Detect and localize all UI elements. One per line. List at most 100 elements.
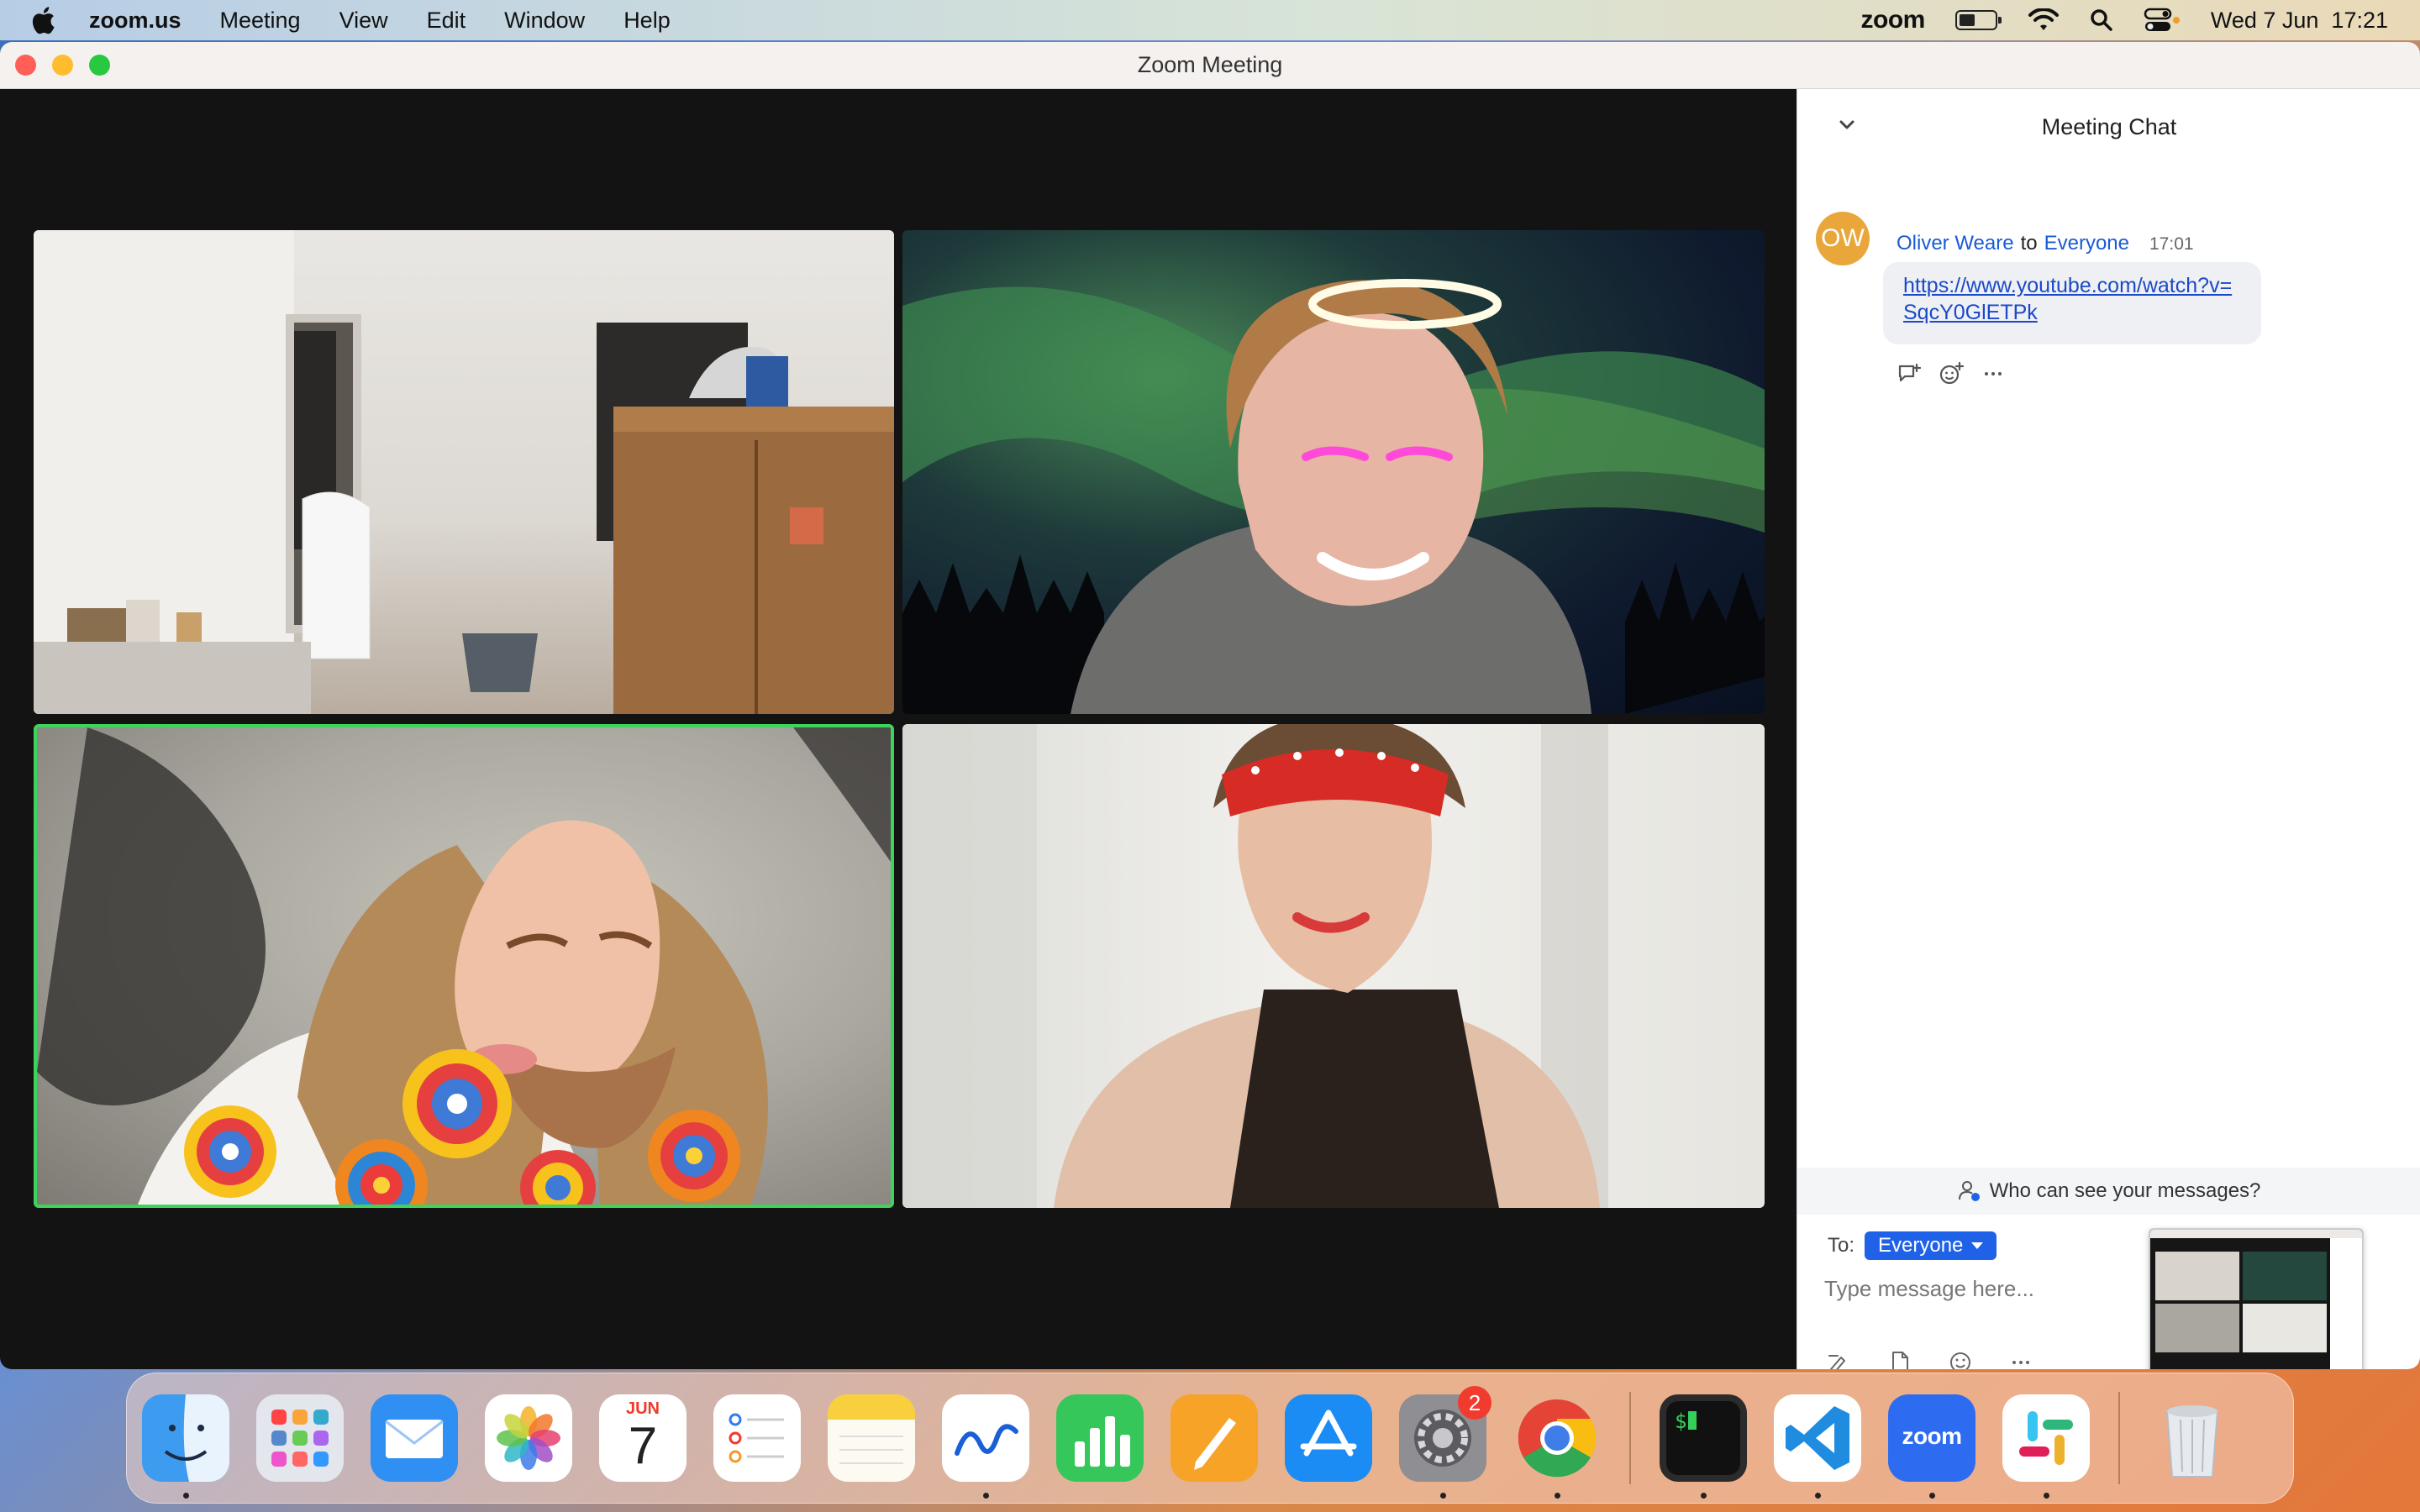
more-options-icon[interactable]	[2007, 1349, 2034, 1369]
chevron-down-icon[interactable]	[1836, 114, 1858, 136]
dock-separator	[1629, 1392, 1631, 1484]
dock-chrome[interactable]	[1513, 1394, 1601, 1499]
person-lock-icon	[1958, 1181, 1980, 1201]
dock-pages[interactable]	[1171, 1394, 1258, 1482]
message-actions	[1897, 361, 2006, 386]
launchpad-icon	[256, 1394, 344, 1482]
menu-meeting[interactable]: Meeting	[220, 8, 301, 34]
dock-finder[interactable]	[142, 1394, 229, 1499]
video-feed-headband	[902, 724, 1608, 1208]
pages-icon	[1171, 1394, 1258, 1482]
control-center-icon[interactable]	[2144, 8, 2181, 33]
freeform-icon	[942, 1394, 1029, 1482]
caret-down-icon	[1971, 1242, 1984, 1249]
dock-calendar[interactable]: JUN 7	[599, 1394, 687, 1482]
window-title: Zoom Meeting	[1137, 52, 1283, 77]
traffic-lights	[15, 55, 110, 76]
chat-title: Meeting Chat	[2041, 113, 2177, 139]
svg-text:$: $	[1675, 1410, 1686, 1433]
add-reaction-icon[interactable]	[1939, 361, 1964, 386]
format-text-icon[interactable]	[1826, 1349, 1853, 1369]
dock-mail[interactable]	[371, 1394, 458, 1482]
dock-launchpad[interactable]	[256, 1394, 344, 1482]
terminal-icon: $	[1660, 1394, 1747, 1482]
dock-terminal[interactable]: $	[1660, 1394, 1747, 1499]
dock: JUN 7 2 $ zoom	[126, 1373, 2294, 1504]
dock-numbers[interactable]	[1056, 1394, 1144, 1482]
meeting-chat-panel: Meeting Chat OW Oliver Weare to Everyone…	[1797, 89, 2420, 1369]
video-tile-1[interactable]	[34, 230, 894, 714]
emoji-icon[interactable]	[1947, 1349, 1974, 1369]
battery-icon[interactable]	[1954, 10, 2002, 30]
dock-trash[interactable]	[2149, 1394, 2236, 1482]
spotlight-search-icon[interactable]	[2090, 8, 2113, 32]
recipient-dropdown-value: Everyone	[1878, 1234, 1964, 1257]
mail-icon	[371, 1394, 458, 1482]
menu-view[interactable]: View	[339, 8, 388, 34]
numbers-icon	[1056, 1394, 1144, 1482]
menu-app-name[interactable]: zoom.us	[89, 8, 182, 34]
more-options-icon[interactable]	[1981, 361, 2006, 386]
message-recipient[interactable]: Everyone	[2044, 232, 2129, 255]
video-feed-bedroom	[34, 230, 894, 714]
chrome-icon	[1518, 1399, 1597, 1478]
file-attach-icon[interactable]	[1886, 1349, 1913, 1369]
vscode-icon	[1774, 1394, 1861, 1482]
thumbnail-preview	[2150, 1230, 2362, 1369]
calendar-day: 7	[628, 1417, 658, 1475]
apple-icon[interactable]	[30, 6, 55, 34]
running-indicator	[1815, 1493, 1821, 1499]
message-to-word: to	[2020, 232, 2038, 255]
menu-bar-clock[interactable]: Wed 7 Jun 17:21	[2211, 8, 2388, 34]
recipient-dropdown[interactable]: Everyone	[1865, 1231, 1997, 1260]
finder-icon	[142, 1394, 229, 1482]
reply-thread-icon[interactable]	[1897, 361, 1922, 386]
dock-zoom[interactable]: zoom	[1888, 1394, 1975, 1499]
wifi-icon[interactable]	[2028, 8, 2060, 32]
input-toolbar	[1826, 1349, 2034, 1369]
minimize-window-button[interactable]	[52, 55, 73, 76]
message-meta: Oliver Weare to Everyone 17:01	[1897, 232, 2194, 255]
zoom-meeting-window: Zoom Meeting Meeting Chat OW Oliver Wear…	[0, 42, 2420, 1369]
message-time: 17:01	[2149, 234, 2194, 254]
message-link[interactable]: https://www.youtube.com/watch?v=SqcY0GlE…	[1903, 272, 2241, 326]
reminders-icon	[713, 1394, 801, 1482]
video-feed-lollipops	[37, 727, 891, 1205]
running-indicator	[1440, 1493, 1446, 1499]
menu-edit[interactable]: Edit	[427, 8, 466, 34]
menu-bar: zoom.us Meeting View Edit Window Help zo…	[0, 0, 2420, 40]
dock-system-settings[interactable]: 2	[1399, 1386, 1491, 1499]
running-indicator	[1701, 1493, 1707, 1499]
photos-icon	[485, 1394, 572, 1482]
dock-app-store[interactable]	[1285, 1394, 1372, 1482]
running-indicator	[983, 1493, 989, 1499]
menu-window[interactable]: Window	[504, 8, 585, 34]
window-titlebar[interactable]: Zoom Meeting	[0, 42, 2420, 89]
close-window-button[interactable]	[15, 55, 36, 76]
dock-photos[interactable]	[485, 1394, 572, 1482]
video-feed-halo	[902, 279, 1765, 714]
video-tile-3-active-speaker[interactable]	[34, 724, 894, 1208]
avatar[interactable]: OW	[1816, 212, 1870, 265]
message-sender[interactable]: Oliver Weare	[1897, 232, 2014, 255]
self-view-thumbnail[interactable]	[2149, 1228, 2364, 1369]
trash-icon	[2165, 1405, 2219, 1478]
dock-reminders[interactable]	[713, 1394, 801, 1482]
video-tile-2[interactable]	[902, 230, 1765, 714]
running-indicator	[1555, 1493, 1560, 1499]
message-bubble: https://www.youtube.com/watch?v=SqcY0GlE…	[1883, 262, 2261, 344]
to-label: To:	[1828, 1234, 1855, 1257]
zoom-status-icon[interactable]: zoom	[1861, 6, 1926, 34]
notes-icon	[828, 1394, 915, 1482]
running-indicator	[2044, 1493, 2049, 1499]
video-tile-4[interactable]	[902, 724, 1765, 1208]
message-input[interactable]	[1824, 1270, 2144, 1307]
maximize-window-button[interactable]	[89, 55, 110, 76]
message-visibility-bar[interactable]: Who can see your messages?	[1797, 1168, 2420, 1215]
dock-vscode[interactable]	[1774, 1394, 1861, 1499]
dock-notes[interactable]	[828, 1394, 915, 1482]
dock-freeform[interactable]	[942, 1394, 1029, 1499]
zoom-app-icon: zoom	[1902, 1423, 1962, 1449]
menu-help[interactable]: Help	[623, 8, 671, 34]
dock-slack[interactable]	[2002, 1394, 2090, 1499]
